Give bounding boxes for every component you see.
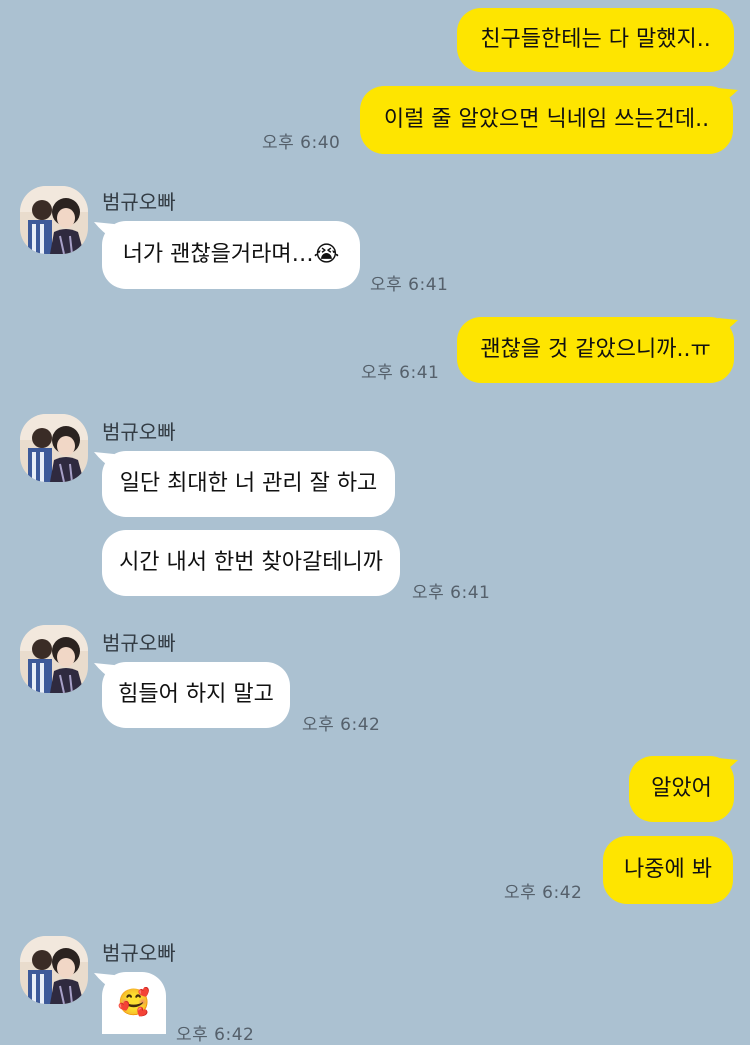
message-text: 일단 최대한 너 관리 잘 하고 xyxy=(119,471,378,496)
my-message-bubble[interactable]: 이럴 줄 알았으면 닉네임 쓰는건데.. xyxy=(360,86,733,154)
avatar[interactable] xyxy=(20,936,88,1004)
profile-photo-icon xyxy=(20,625,88,693)
profile-photo-icon xyxy=(20,186,88,254)
sender-name: 범규오빠 xyxy=(102,631,176,655)
message-text: 친구들한테는 다 말했지.. xyxy=(480,27,711,52)
message-timestamp: 오후 6:41 xyxy=(370,275,449,295)
their-message-bubble[interactable]: 일단 최대한 너 관리 잘 하고 xyxy=(102,451,395,517)
my-message-bubble[interactable]: 나중에 봐 xyxy=(603,836,733,904)
their-message-bubble[interactable]: 🥰 xyxy=(102,972,166,1034)
my-message-bubble[interactable]: 알았어 xyxy=(629,756,734,822)
avatar[interactable] xyxy=(20,186,88,254)
my-message-bubble[interactable]: 괜찮을 것 같았으니까..ㅠ xyxy=(457,317,734,383)
message-text: 알았어 xyxy=(651,776,712,801)
message-timestamp: 오후 6:42 xyxy=(302,715,381,735)
avatar[interactable] xyxy=(20,625,88,693)
message-text: 괜찮을 것 같았으니까..ㅠ xyxy=(480,337,711,362)
message-text: 이럴 줄 알았으면 닉네임 쓰는건데.. xyxy=(383,107,710,132)
their-message-bubble[interactable]: 시간 내서 한번 찾아갈테니까 xyxy=(102,530,400,596)
message-timestamp: 오후 6:40 xyxy=(262,133,341,153)
message-timestamp: 오후 6:41 xyxy=(412,583,491,603)
message-timestamp: 오후 6:41 xyxy=(361,363,440,383)
message-timestamp: 오후 6:42 xyxy=(504,883,583,903)
message-text: 🥰 xyxy=(117,988,151,1018)
my-message-bubble[interactable]: 친구들한테는 다 말했지.. xyxy=(457,8,734,72)
message-text: 나중에 봐 xyxy=(624,857,712,882)
sender-name: 범규오빠 xyxy=(102,941,176,965)
message-text: 힘들어 하지 말고 xyxy=(118,682,274,707)
sender-name: 범규오빠 xyxy=(102,190,176,214)
avatar[interactable] xyxy=(20,414,88,482)
profile-photo-icon xyxy=(20,936,88,1004)
sender-name: 범규오빠 xyxy=(102,420,176,444)
profile-photo-icon xyxy=(20,414,88,482)
message-text: 시간 내서 한번 찾아갈테니까 xyxy=(119,550,383,575)
their-message-bubble[interactable]: 힘들어 하지 말고 xyxy=(102,662,290,728)
message-timestamp: 오후 6:42 xyxy=(176,1025,255,1045)
message-text: 너가 괜찮을거라며…😭 xyxy=(122,242,340,267)
their-message-bubble[interactable]: 너가 괜찮을거라며…😭 xyxy=(102,221,360,289)
